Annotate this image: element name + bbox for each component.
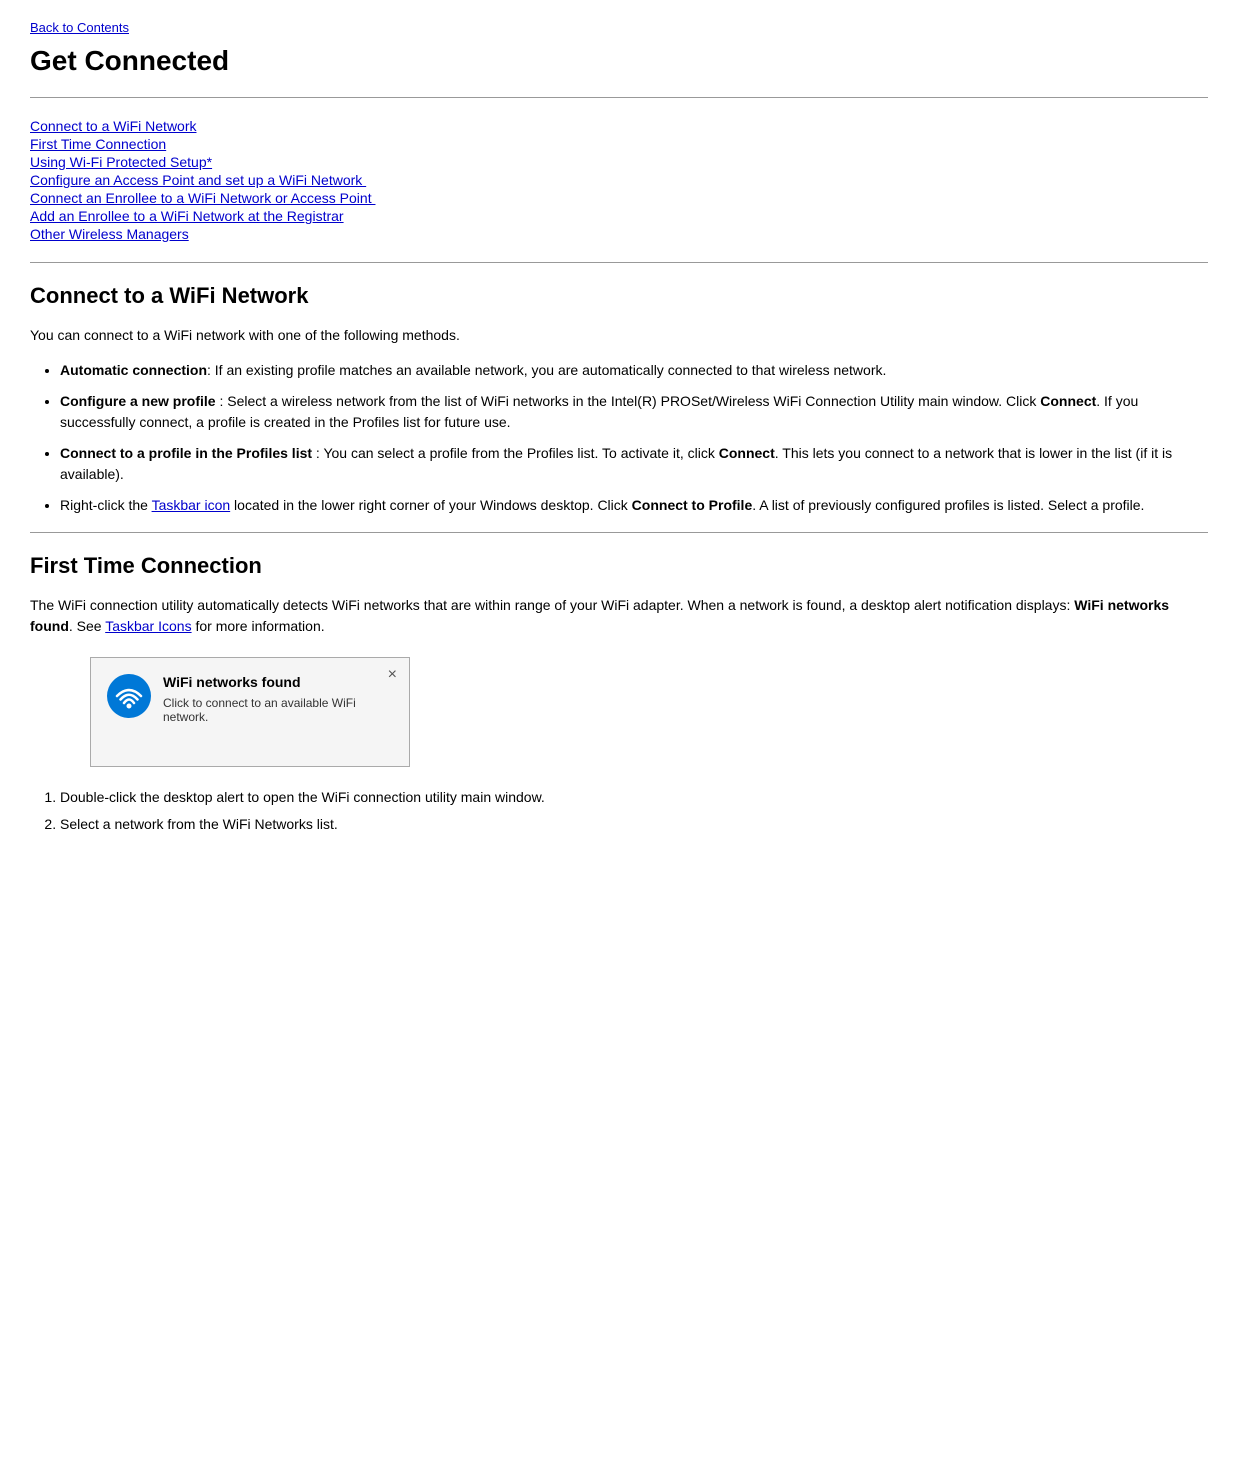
bullet-bold-3: Connect to a profile in the Profiles lis… <box>60 445 312 461</box>
wifi-notification-icon <box>107 674 151 718</box>
notification-body: Click to connect to an available WiFi ne… <box>163 696 393 724</box>
toc-link-connect-wifi[interactable]: Connect to a WiFi Network <box>30 118 1208 134</box>
list-item: Automatic connection: If an existing pro… <box>60 360 1208 381</box>
toc-link-wps[interactable]: Using Wi-Fi Protected Setup* <box>30 154 1208 170</box>
first-time-section: First Time Connection The WiFi connectio… <box>30 553 1208 835</box>
first-time-intro: The WiFi connection utility automaticall… <box>30 595 1208 637</box>
list-item: Select a network from the WiFi Networks … <box>60 814 1208 835</box>
toc-section: Connect to a WiFi Network First Time Con… <box>30 118 1208 242</box>
notification-title: WiFi networks found <box>163 674 393 690</box>
page-title: Get Connected <box>30 45 1208 77</box>
first-time-steps: Double-click the desktop alert to open t… <box>60 787 1208 835</box>
connect-wifi-section: Connect to a WiFi Network You can connec… <box>30 283 1208 516</box>
taskbar-icon-link-1[interactable]: Taskbar icon <box>152 497 231 513</box>
toc-link-first-time[interactable]: First Time Connection <box>30 136 1208 152</box>
list-item: Right-click the Taskbar icon located in … <box>60 495 1208 516</box>
first-time-title: First Time Connection <box>30 553 1208 579</box>
toc-link-other-managers[interactable]: Other Wireless Managers <box>30 226 1208 242</box>
toc-link-enrollee[interactable]: Connect an Enrollee to a WiFi Network or… <box>30 190 1208 206</box>
toc-link-configure-ap[interactable]: Configure an Access Point and set up a W… <box>30 172 1208 188</box>
bullet-rest-1: : If an existing profile matches an avai… <box>207 362 886 378</box>
notification-close-button[interactable]: × <box>388 666 397 684</box>
connect-wifi-title: Connect to a WiFi Network <box>30 283 1208 309</box>
first-time-bold: WiFi networks found <box>30 597 1169 634</box>
list-item: Connect to a profile in the Profiles lis… <box>60 443 1208 485</box>
divider-after-section1 <box>30 532 1208 533</box>
list-item: Configure a new profile : Select a wirel… <box>60 391 1208 433</box>
back-to-contents-link[interactable]: Back to Contents <box>30 20 1208 35</box>
connect-wifi-bullets: Automatic connection: If an existing pro… <box>60 360 1208 516</box>
toc-link-add-enrollee[interactable]: Add an Enrollee to a WiFi Network at the… <box>30 208 1208 224</box>
connect-wifi-intro: You can connect to a WiFi network with o… <box>30 325 1208 346</box>
bullet-bold-2: Configure a new profile <box>60 393 216 409</box>
divider-top <box>30 97 1208 98</box>
list-item: Double-click the desktop alert to open t… <box>60 787 1208 808</box>
bullet-rest-2-text: : Select a wireless network from the lis… <box>60 393 1138 430</box>
taskbar-icons-link[interactable]: Taskbar Icons <box>105 618 191 634</box>
bullet-taskbar: Right-click the Taskbar icon located in … <box>60 497 1144 513</box>
bullet-bold-1: Automatic connection <box>60 362 207 378</box>
notification-mockup: WiFi networks found Click to connect to … <box>90 657 410 767</box>
notification-content: WiFi networks found Click to connect to … <box>163 674 393 724</box>
divider-after-toc <box>30 262 1208 263</box>
